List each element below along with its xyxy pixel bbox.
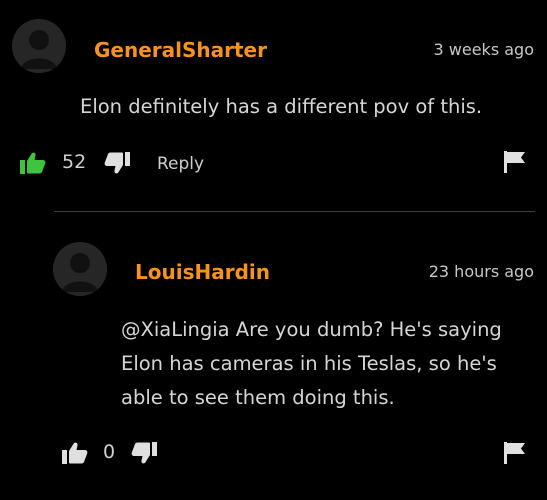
username[interactable]: GeneralSharter	[94, 38, 267, 62]
thumbs-down-icon[interactable]	[104, 151, 130, 175]
username[interactable]: LouisHardin	[135, 260, 270, 284]
comment-text: Elon definitely has a different pov of t…	[80, 95, 483, 118]
thumbs-down-icon[interactable]	[131, 441, 157, 465]
thumbs-up-icon[interactable]	[62, 441, 88, 465]
thumbs-up-icon[interactable]	[20, 151, 46, 175]
vote-count: 52	[62, 151, 87, 173]
flag-icon[interactable]	[504, 151, 526, 173]
avatar[interactable]	[12, 19, 66, 73]
comment-text: @XiaLingia Are you dumb? He's saying Elo…	[121, 318, 502, 409]
vote-count: 0	[103, 441, 116, 463]
divider	[54, 211, 535, 212]
reply-button[interactable]: Reply	[157, 154, 204, 174]
avatar[interactable]	[53, 242, 107, 296]
timestamp: 23 hours ago	[428, 262, 534, 281]
timestamp: 3 weeks ago	[433, 40, 534, 59]
flag-icon[interactable]	[504, 442, 526, 464]
